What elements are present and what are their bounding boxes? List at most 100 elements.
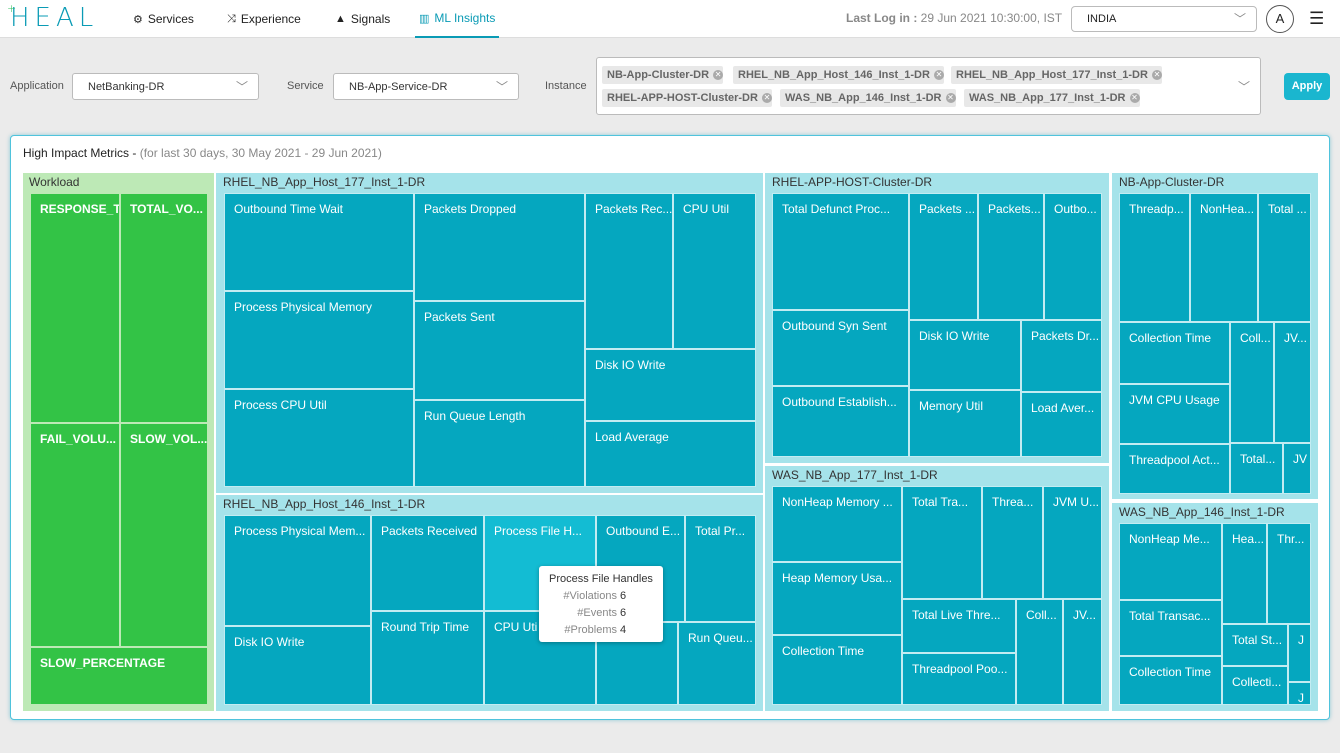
treemap-cell[interactable]: NonHeap Me...: [1119, 523, 1222, 600]
treemap-cell[interactable]: Process CPU Util: [224, 389, 414, 487]
treemap-cell[interactable]: CPU Util: [673, 193, 756, 349]
treemap-cell[interactable]: Outbound Time Wait: [224, 193, 414, 291]
treemap-cell[interactable]: Round Trip Time: [371, 611, 484, 705]
treemap-cell[interactable]: Load Aver...: [1021, 392, 1102, 457]
nav-ml-insights-label: ML Insights: [434, 11, 496, 25]
treemap-cell[interactable]: Packets ...: [909, 193, 978, 320]
treemap-cell[interactable]: Run Queue Length: [414, 400, 585, 487]
treemap-cell[interactable]: Packets Dropped: [414, 193, 585, 301]
treemap-cell[interactable]: J: [1288, 682, 1311, 705]
treemap-cell[interactable]: Packets Sent: [414, 301, 585, 400]
chip-label: WAS_NB_App_177_Inst_1-DR: [969, 92, 1126, 104]
application-value: NetBanking-DR: [88, 81, 165, 93]
treemap-cell[interactable]: Total Live Thre...: [902, 599, 1016, 653]
treemap-cell[interactable]: Disk IO Write: [224, 626, 371, 705]
treemap-cell[interactable]: NonHeap Memory ...: [772, 486, 902, 562]
treemap-cell[interactable]: Total Defunct Proc...: [772, 193, 909, 310]
treemap-cell[interactable]: Collection Time: [1119, 322, 1230, 384]
treemap-cell[interactable]: Outbo...: [1044, 193, 1102, 320]
treemap-cell[interactable]: Process Physical Memory: [224, 291, 414, 389]
treemap-cell[interactable]: Threadp...: [1119, 193, 1190, 322]
treemap-cell[interactable]: Thr...: [1267, 523, 1311, 624]
service-select[interactable]: NB-App-Service-DR ﹀: [333, 73, 519, 100]
apply-button[interactable]: Apply: [1284, 73, 1330, 100]
treemap-cell[interactable]: Memory Util: [909, 390, 1021, 457]
instance-chip: WAS_NB_App_177_Inst_1-DR ✕: [964, 89, 1140, 107]
treemap-cell[interactable]: NonHea...: [1190, 193, 1258, 322]
chip-remove-icon[interactable]: ✕: [713, 70, 724, 80]
top-bar: + HEAL ⚙ Services ⤨ Experience ▲ Signals ▥ ML…: [0, 0, 1340, 38]
nav-services[interactable]: ⚙ Services: [133, 0, 194, 38]
treemap-cell[interactable]: Coll...: [1016, 599, 1063, 705]
treemap-cell[interactable]: Total...: [1230, 443, 1283, 494]
treemap-cell[interactable]: Threa...: [982, 486, 1043, 599]
chip-remove-icon[interactable]: ✕: [945, 93, 956, 103]
group-label: NB-App-Cluster-DR: [1119, 175, 1225, 189]
tooltip-value: 6: [620, 607, 627, 619]
treemap-cell[interactable]: Packets Dr...: [1021, 320, 1102, 392]
chip-remove-icon[interactable]: ✕: [933, 70, 944, 80]
avatar[interactable]: A: [1266, 5, 1294, 33]
treemap-cell[interactable]: JVM U...: [1043, 486, 1102, 599]
hamburger-menu-icon[interactable]: ☰: [1309, 9, 1324, 29]
treemap-cell[interactable]: Process Physical Mem...: [224, 515, 371, 626]
treemap-cell[interactable]: Run Queu...: [678, 622, 756, 705]
chip-label: NB-App-Cluster-DR: [607, 69, 710, 81]
treemap-cell[interactable]: FAIL_VOLU...: [30, 423, 120, 647]
treemap-cell[interactable]: Packets Rec...: [585, 193, 673, 349]
tooltip-key: #Problems: [564, 624, 617, 636]
nav-experience[interactable]: ⤨ Experience: [227, 0, 301, 38]
treemap-cell[interactable]: SLOW_PERCENTAGE: [30, 647, 208, 705]
group-label: Workload: [29, 175, 80, 189]
treemap-cell[interactable]: TOTAL_VO...: [120, 193, 208, 423]
treemap-cell[interactable]: Outbound Syn Sent: [772, 310, 909, 386]
treemap-cell[interactable]: Total Pr...: [685, 515, 756, 622]
instance-multiselect[interactable]: NB-App-Cluster-DR ✕ RHEL_NB_App_Host_146_…: [596, 57, 1261, 115]
treemap-cell[interactable]: Collection Time: [1119, 656, 1222, 705]
treemap-cell[interactable]: J: [1288, 624, 1311, 682]
treemap-cell[interactable]: Load Average: [585, 421, 756, 487]
treemap-cell[interactable]: Packets Received: [371, 515, 484, 611]
treemap-cell[interactable]: Outbound Establish...: [772, 386, 909, 457]
treemap-cell[interactable]: Total Tra...: [902, 486, 982, 599]
treemap-cell[interactable]: JV...: [1274, 322, 1311, 443]
treemap-cell[interactable]: Packets...: [978, 193, 1044, 320]
chip-remove-icon[interactable]: ✕: [761, 93, 772, 103]
nav-ml-insights[interactable]: ▥ ML Insights: [415, 0, 500, 38]
last-login-value: 29 Jun 2021 10:30:00, IST: [920, 11, 1063, 25]
treemap-cell[interactable]: Collection Time: [772, 635, 902, 705]
treemap-cell[interactable]: SLOW_VOL...: [120, 423, 208, 647]
service-label: Service: [287, 80, 324, 92]
treemap-cell[interactable]: Total St...: [1222, 624, 1288, 666]
treemap-cell[interactable]: Threadpool Poo...: [902, 653, 1016, 705]
chip-label: RHEL_NB_App_Host_177_Inst_1-DR: [956, 69, 1148, 81]
treemap-cell[interactable]: Hea...: [1222, 523, 1267, 624]
treemap-cell[interactable]: JVM CPU Usage: [1119, 384, 1230, 444]
treemap-cell[interactable]: Collecti...: [1222, 666, 1288, 705]
chip-remove-icon[interactable]: ✕: [1151, 70, 1162, 80]
chevron-down-icon[interactable]: ﹀: [1238, 78, 1250, 95]
group-label: RHEL_NB_App_Host_146_Inst_1-DR: [223, 497, 426, 511]
nav-signals-label: Signals: [350, 12, 391, 26]
treemap-cell[interactable]: Threadpool Act...: [1119, 444, 1230, 494]
treemap-cell[interactable]: RESPONSE_T...: [30, 193, 120, 423]
treemap-cell[interactable]: JV...: [1063, 599, 1102, 705]
nav-signals[interactable]: ▲ Signals: [335, 0, 390, 38]
treemap-cell[interactable]: Coll...: [1230, 322, 1274, 443]
treemap-cell[interactable]: Total ...: [1258, 193, 1311, 322]
chevron-down-icon: ﹀: [235, 80, 248, 94]
country-select[interactable]: INDIA ﹀: [1071, 6, 1257, 32]
group-label: RHEL_NB_App_Host_177_Inst_1-DR: [223, 175, 426, 189]
chip-remove-icon[interactable]: ✕: [1129, 93, 1140, 103]
chip-label: WAS_NB_App_146_Inst_1-DR: [785, 92, 942, 104]
tooltip-key: #Violations: [563, 590, 617, 602]
treemap-cell[interactable]: Disk IO Write: [585, 349, 756, 421]
treemap-cell[interactable]: Heap Memory Usa...: [772, 562, 902, 635]
treemap-cell[interactable]: JV: [1283, 443, 1311, 494]
treemap-cell[interactable]: Total Transac...: [1119, 600, 1222, 656]
treemap-cell[interactable]: Disk IO Write: [909, 320, 1021, 390]
application-label: Application: [10, 80, 64, 92]
gears-icon: ⚙: [133, 13, 143, 26]
application-select[interactable]: NetBanking-DR ﹀: [72, 73, 259, 100]
heal-logo[interactable]: + HEAL: [7, 2, 98, 33]
